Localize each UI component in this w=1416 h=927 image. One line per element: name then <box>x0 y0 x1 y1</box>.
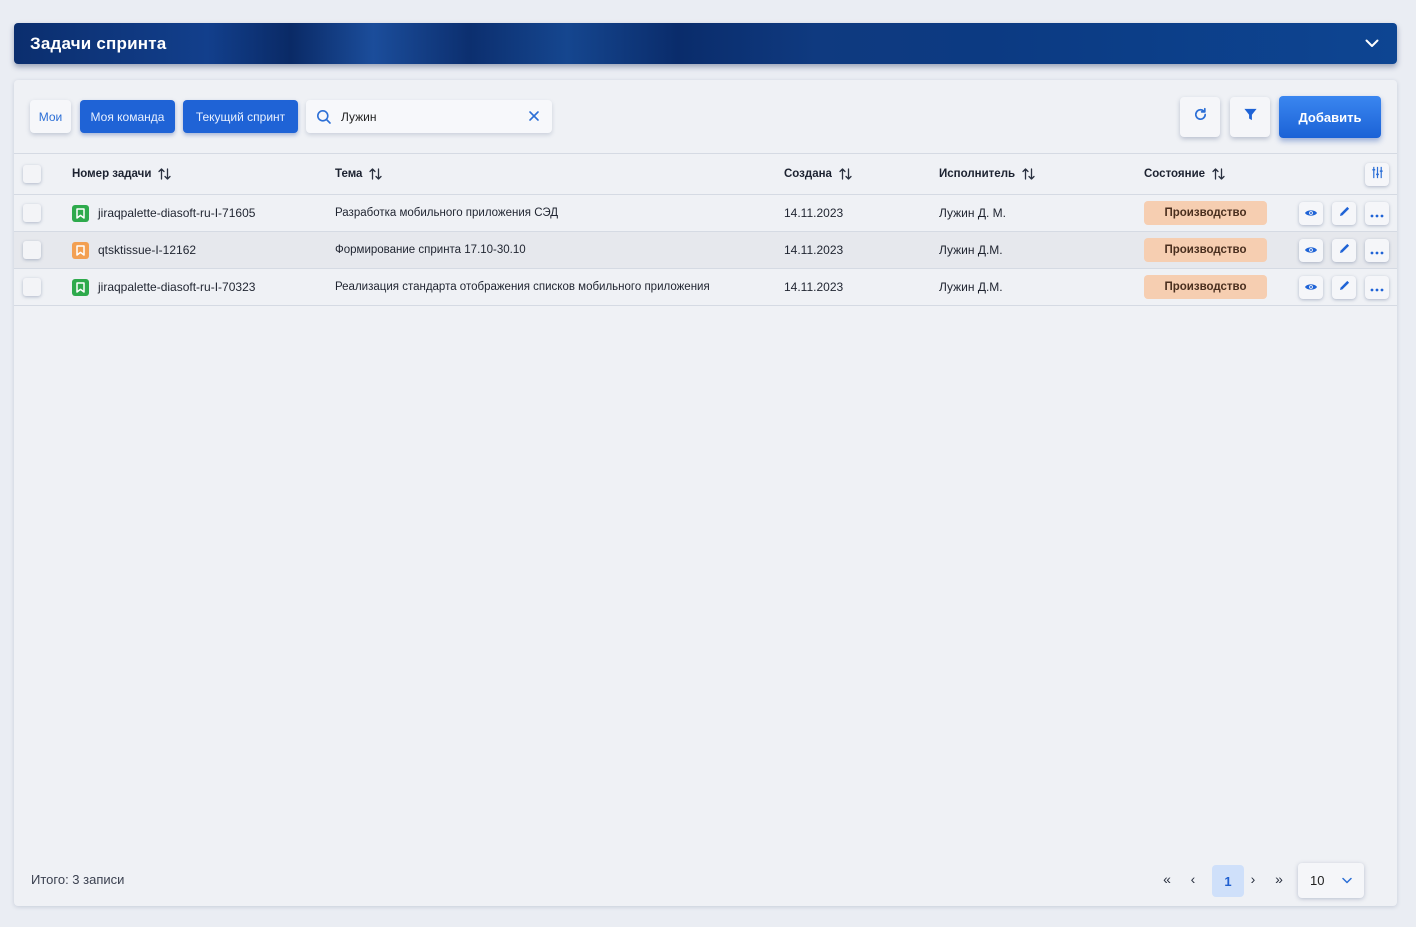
more-dots-icon <box>1370 205 1384 223</box>
pagination: « ‹ 1 › » 10 <box>1157 863 1397 898</box>
filter-my-team-button[interactable]: Моя команда <box>80 100 175 133</box>
next-page-button[interactable]: › <box>1245 871 1261 887</box>
filter-my-button[interactable]: Мои <box>30 100 71 133</box>
refresh-button[interactable] <box>1180 97 1220 137</box>
tasks-card: Мои Моя команда Текущий спринт Добавить <box>14 80 1397 906</box>
page-size-select[interactable]: 10 <box>1298 863 1364 898</box>
task-created: 14.11.2023 <box>784 243 844 257</box>
task-subject: Реализация стандарта отображения списков… <box>335 281 710 293</box>
sort-icon[interactable] <box>369 167 383 181</box>
sort-icon[interactable] <box>1022 167 1035 181</box>
view-button[interactable] <box>1299 276 1323 299</box>
task-created: 14.11.2023 <box>784 206 844 220</box>
row-checkbox[interactable] <box>23 204 41 222</box>
status-badge: Производство <box>1144 201 1267 225</box>
more-button[interactable] <box>1365 276 1389 299</box>
column-header-label: Номер задачи <box>72 168 152 180</box>
column-settings-icon <box>1371 166 1384 184</box>
page-title: Задачи спринта <box>30 33 167 53</box>
collapse-chevron-icon[interactable] <box>1363 35 1381 53</box>
filter-current-sprint-button[interactable]: Текущий спринт <box>183 100 298 133</box>
select-all-checkbox[interactable] <box>23 165 41 183</box>
table-row[interactable]: jiraqpalette-diasoft-ru-I-70323 Реализац… <box>14 269 1397 306</box>
column-header-key[interactable]: Номер задачи <box>72 154 172 194</box>
page-1-button[interactable]: 1 <box>1212 865 1244 897</box>
total-records: Итого: 3 записи <box>31 872 125 887</box>
column-header-label: Тема <box>335 168 363 180</box>
status-badge: Производство <box>1144 238 1267 262</box>
pencil-icon <box>1338 205 1351 223</box>
column-header-assignee[interactable]: Исполнитель <box>939 154 1035 194</box>
bookmark-icon <box>72 204 89 222</box>
toolbar: Мои Моя команда Текущий спринт Добавить <box>30 96 1381 138</box>
bookmark-icon <box>72 241 89 259</box>
task-key[interactable]: jiraqpalette-diasoft-ru-I-71605 <box>98 206 255 220</box>
task-assignee: Лужин Д.М. <box>939 243 1003 257</box>
tasks-table: Номер задачи Тема Создана Исполнитель Со… <box>14 153 1397 306</box>
column-header-label: Создана <box>784 168 832 180</box>
bookmark-icon <box>72 278 89 296</box>
refresh-icon <box>1193 107 1208 127</box>
edit-button[interactable] <box>1332 239 1356 262</box>
task-key[interactable]: jiraqpalette-diasoft-ru-I-70323 <box>98 280 255 294</box>
page-size-value: 10 <box>1310 873 1325 888</box>
more-dots-icon <box>1370 279 1384 297</box>
task-assignee: Лужин Д.М. <box>939 280 1003 294</box>
pencil-icon <box>1338 279 1351 297</box>
table-row[interactable]: jiraqpalette-diasoft-ru-I-71605 Разработ… <box>14 195 1397 232</box>
page-header: Задачи спринта <box>14 23 1397 64</box>
filter-funnel-icon <box>1243 107 1258 127</box>
sort-icon[interactable] <box>1212 167 1225 181</box>
column-header-subject[interactable]: Тема <box>335 154 383 194</box>
task-subject: Формирование спринта 17.10-30.10 <box>335 244 526 256</box>
edit-button[interactable] <box>1332 202 1356 225</box>
task-key[interactable]: qtsktissue-I-12162 <box>98 243 196 257</box>
column-header-status[interactable]: Состояние <box>1144 154 1225 194</box>
task-subject: Разработка мобильного приложения СЭД <box>335 207 559 219</box>
sort-icon[interactable] <box>839 167 852 181</box>
more-dots-icon <box>1370 242 1384 260</box>
prev-page-button[interactable]: ‹ <box>1185 871 1201 887</box>
row-checkbox[interactable] <box>23 241 41 259</box>
filter-button[interactable] <box>1230 97 1270 137</box>
more-button[interactable] <box>1365 239 1389 262</box>
view-button[interactable] <box>1299 239 1323 262</box>
eye-icon <box>1304 242 1318 260</box>
last-page-button[interactable]: » <box>1271 871 1287 887</box>
search-icon <box>316 109 332 125</box>
row-checkbox[interactable] <box>23 278 41 296</box>
table-header: Номер задачи Тема Создана Исполнитель Со… <box>14 153 1397 195</box>
clear-search-icon[interactable] <box>528 110 542 124</box>
edit-button[interactable] <box>1332 276 1356 299</box>
task-assignee: Лужин Д. М. <box>939 206 1006 220</box>
eye-icon <box>1304 205 1318 223</box>
column-settings-button[interactable] <box>1365 163 1389 186</box>
sort-icon[interactable] <box>158 167 172 181</box>
pencil-icon <box>1338 242 1351 260</box>
search-input[interactable] <box>341 109 511 124</box>
eye-icon <box>1304 279 1318 297</box>
column-header-label: Исполнитель <box>939 168 1016 180</box>
add-button[interactable]: Добавить <box>1279 96 1381 138</box>
task-created: 14.11.2023 <box>784 280 844 294</box>
chevron-down-icon <box>1342 877 1352 884</box>
column-header-label: Состояние <box>1144 168 1206 180</box>
view-button[interactable] <box>1299 202 1323 225</box>
first-page-button[interactable]: « <box>1159 871 1175 887</box>
table-row[interactable]: qtsktissue-I-12162 Формирование спринта … <box>14 232 1397 269</box>
search-box <box>306 100 552 133</box>
more-button[interactable] <box>1365 202 1389 225</box>
status-badge: Производство <box>1144 275 1267 299</box>
column-header-created[interactable]: Создана <box>784 154 852 194</box>
